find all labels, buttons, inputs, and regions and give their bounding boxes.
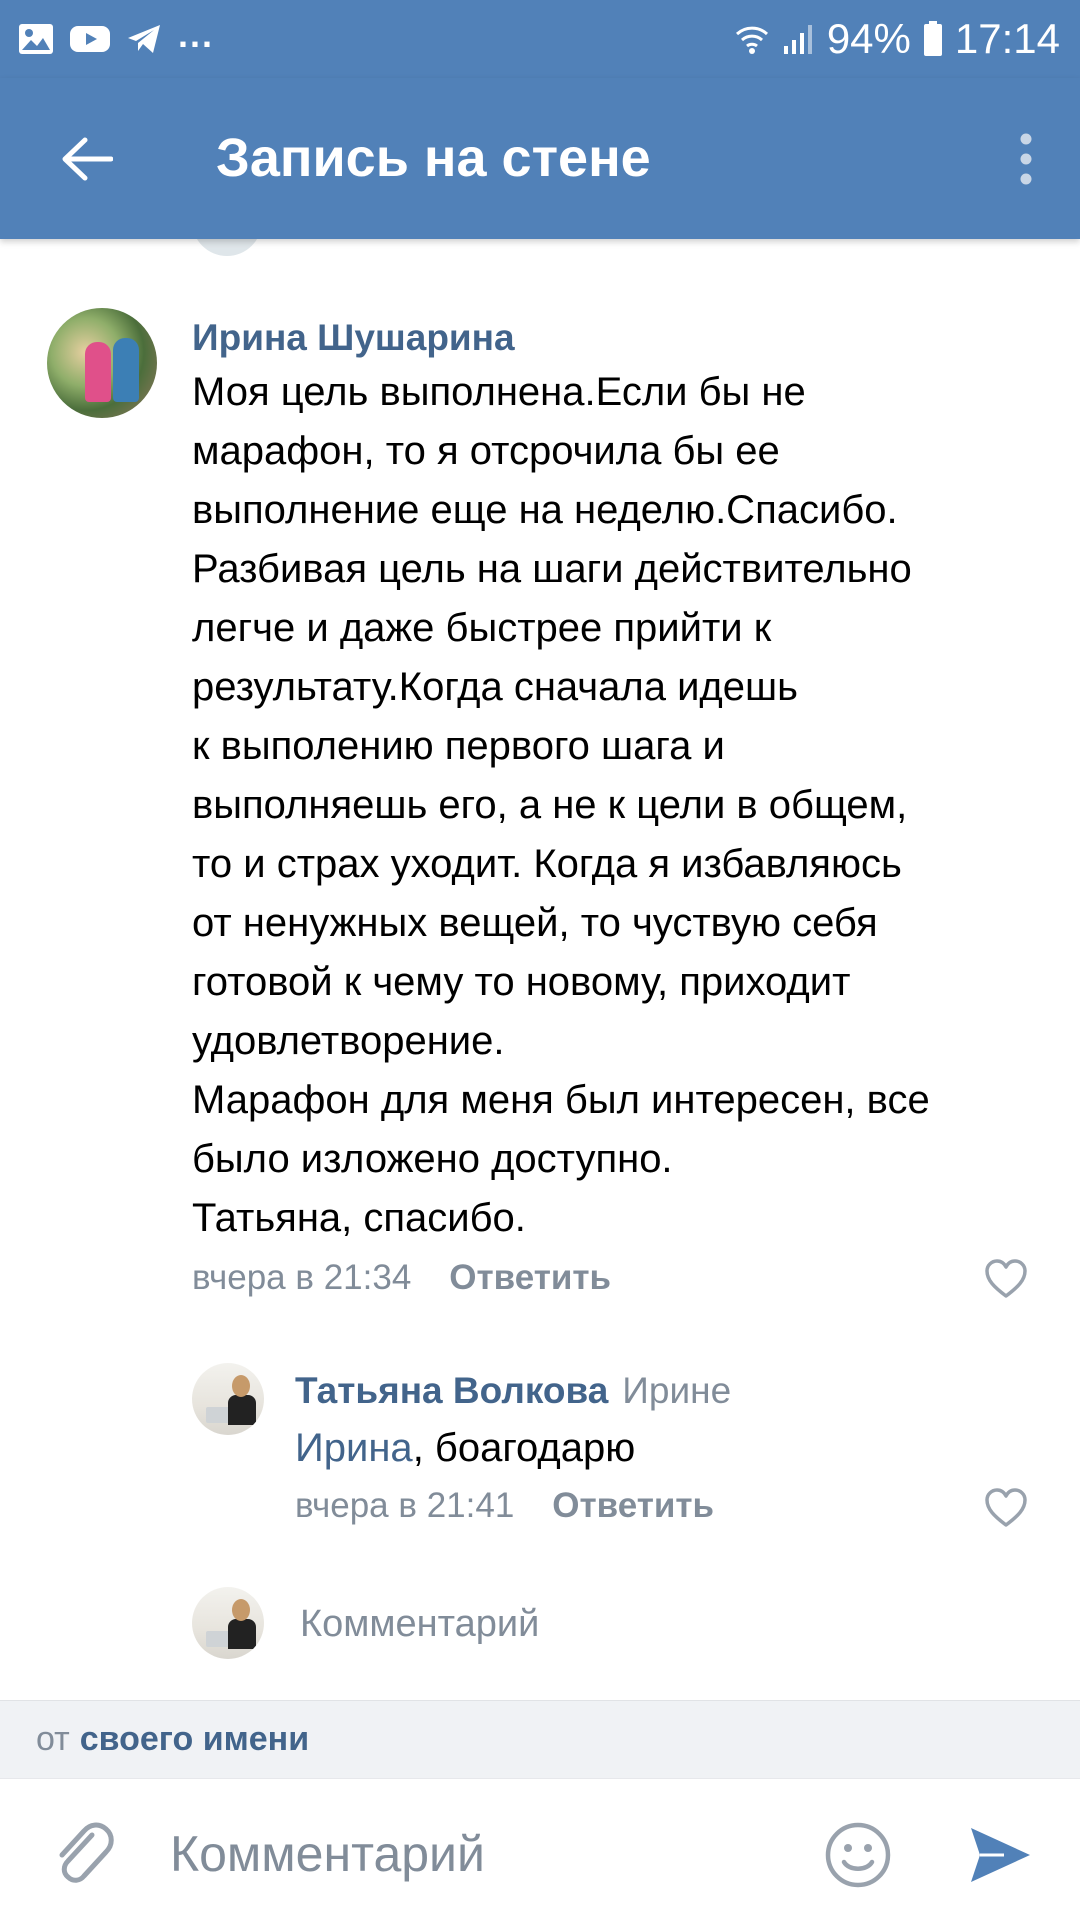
- battery-percent: 94%: [826, 15, 911, 62]
- telegram-icon: [128, 25, 160, 53]
- comment-text: Моя цель выполнена.Если бы не марафон, т…: [192, 370, 930, 1240]
- battery-icon: [923, 21, 942, 56]
- comment-author[interactable]: Ирина Шушарина: [192, 313, 515, 363]
- avatar[interactable]: [192, 1363, 264, 1435]
- reply-target[interactable]: Ирине: [622, 1370, 731, 1411]
- smiley-icon: [825, 1822, 891, 1888]
- reply-author-name[interactable]: Татьяна Волкова: [295, 1370, 608, 1411]
- heart-icon: [985, 1259, 1027, 1298]
- send-icon: [971, 1828, 1030, 1882]
- post-as-prefix: от: [36, 1720, 70, 1758]
- more-vertical-icon: [1020, 133, 1032, 185]
- comment-input[interactable]: [170, 1815, 770, 1893]
- paperclip-icon: [59, 1822, 114, 1883]
- reply-text: , боагодарю: [412, 1426, 636, 1470]
- attach-button[interactable]: [48, 1819, 118, 1889]
- comment-time: вчера в 21:34: [192, 1258, 412, 1297]
- mention-link[interactable]: Ирина: [295, 1426, 413, 1470]
- wifi-icon: [735, 26, 768, 54]
- page-title: Запись на стене: [216, 128, 651, 188]
- back-button[interactable]: [52, 124, 122, 194]
- status-bar: ... 94% 17:14: [0, 0, 1080, 78]
- post-as-label: от своего имени: [36, 1713, 309, 1765]
- comment-meta: вчера в 21:41 Ответить: [295, 1481, 714, 1531]
- notification-icons: ...: [18, 16, 214, 62]
- current-user-avatar: [192, 1587, 264, 1659]
- like-button[interactable]: [982, 1255, 1030, 1303]
- send-button[interactable]: [964, 1819, 1036, 1891]
- app-bar: Запись на стене: [0, 78, 1080, 239]
- more-options-button[interactable]: [996, 124, 1056, 194]
- comment-time: вчера в 21:41: [295, 1486, 515, 1525]
- heart-icon: [985, 1488, 1027, 1527]
- post-as-selector[interactable]: своего имени: [80, 1720, 309, 1758]
- comment-text: Ирина, боагодарю: [295, 1419, 1035, 1478]
- comment-composer: [0, 1778, 1080, 1920]
- inline-comment-prompt[interactable]: Комментарий: [300, 1598, 539, 1650]
- avatar[interactable]: [47, 308, 157, 418]
- more-notifications: ...: [178, 14, 215, 55]
- like-button[interactable]: [982, 1484, 1030, 1532]
- reply-button[interactable]: Ответить: [449, 1253, 611, 1303]
- youtube-icon: [70, 26, 110, 52]
- emoji-button[interactable]: [822, 1819, 894, 1891]
- reply-button[interactable]: Ответить: [552, 1481, 714, 1531]
- post-as-strip: от своего имени: [0, 1700, 1080, 1778]
- arrow-left-icon: [62, 137, 113, 181]
- comment-author: Татьяна Волкова Ирине: [295, 1366, 731, 1416]
- system-status: 94% 17:14: [735, 12, 1060, 66]
- clock: 17:14: [954, 15, 1060, 62]
- signal-icon: [783, 25, 812, 54]
- comment-meta: вчера в 21:34 Ответить: [192, 1253, 611, 1303]
- gallery-icon: [19, 24, 53, 54]
